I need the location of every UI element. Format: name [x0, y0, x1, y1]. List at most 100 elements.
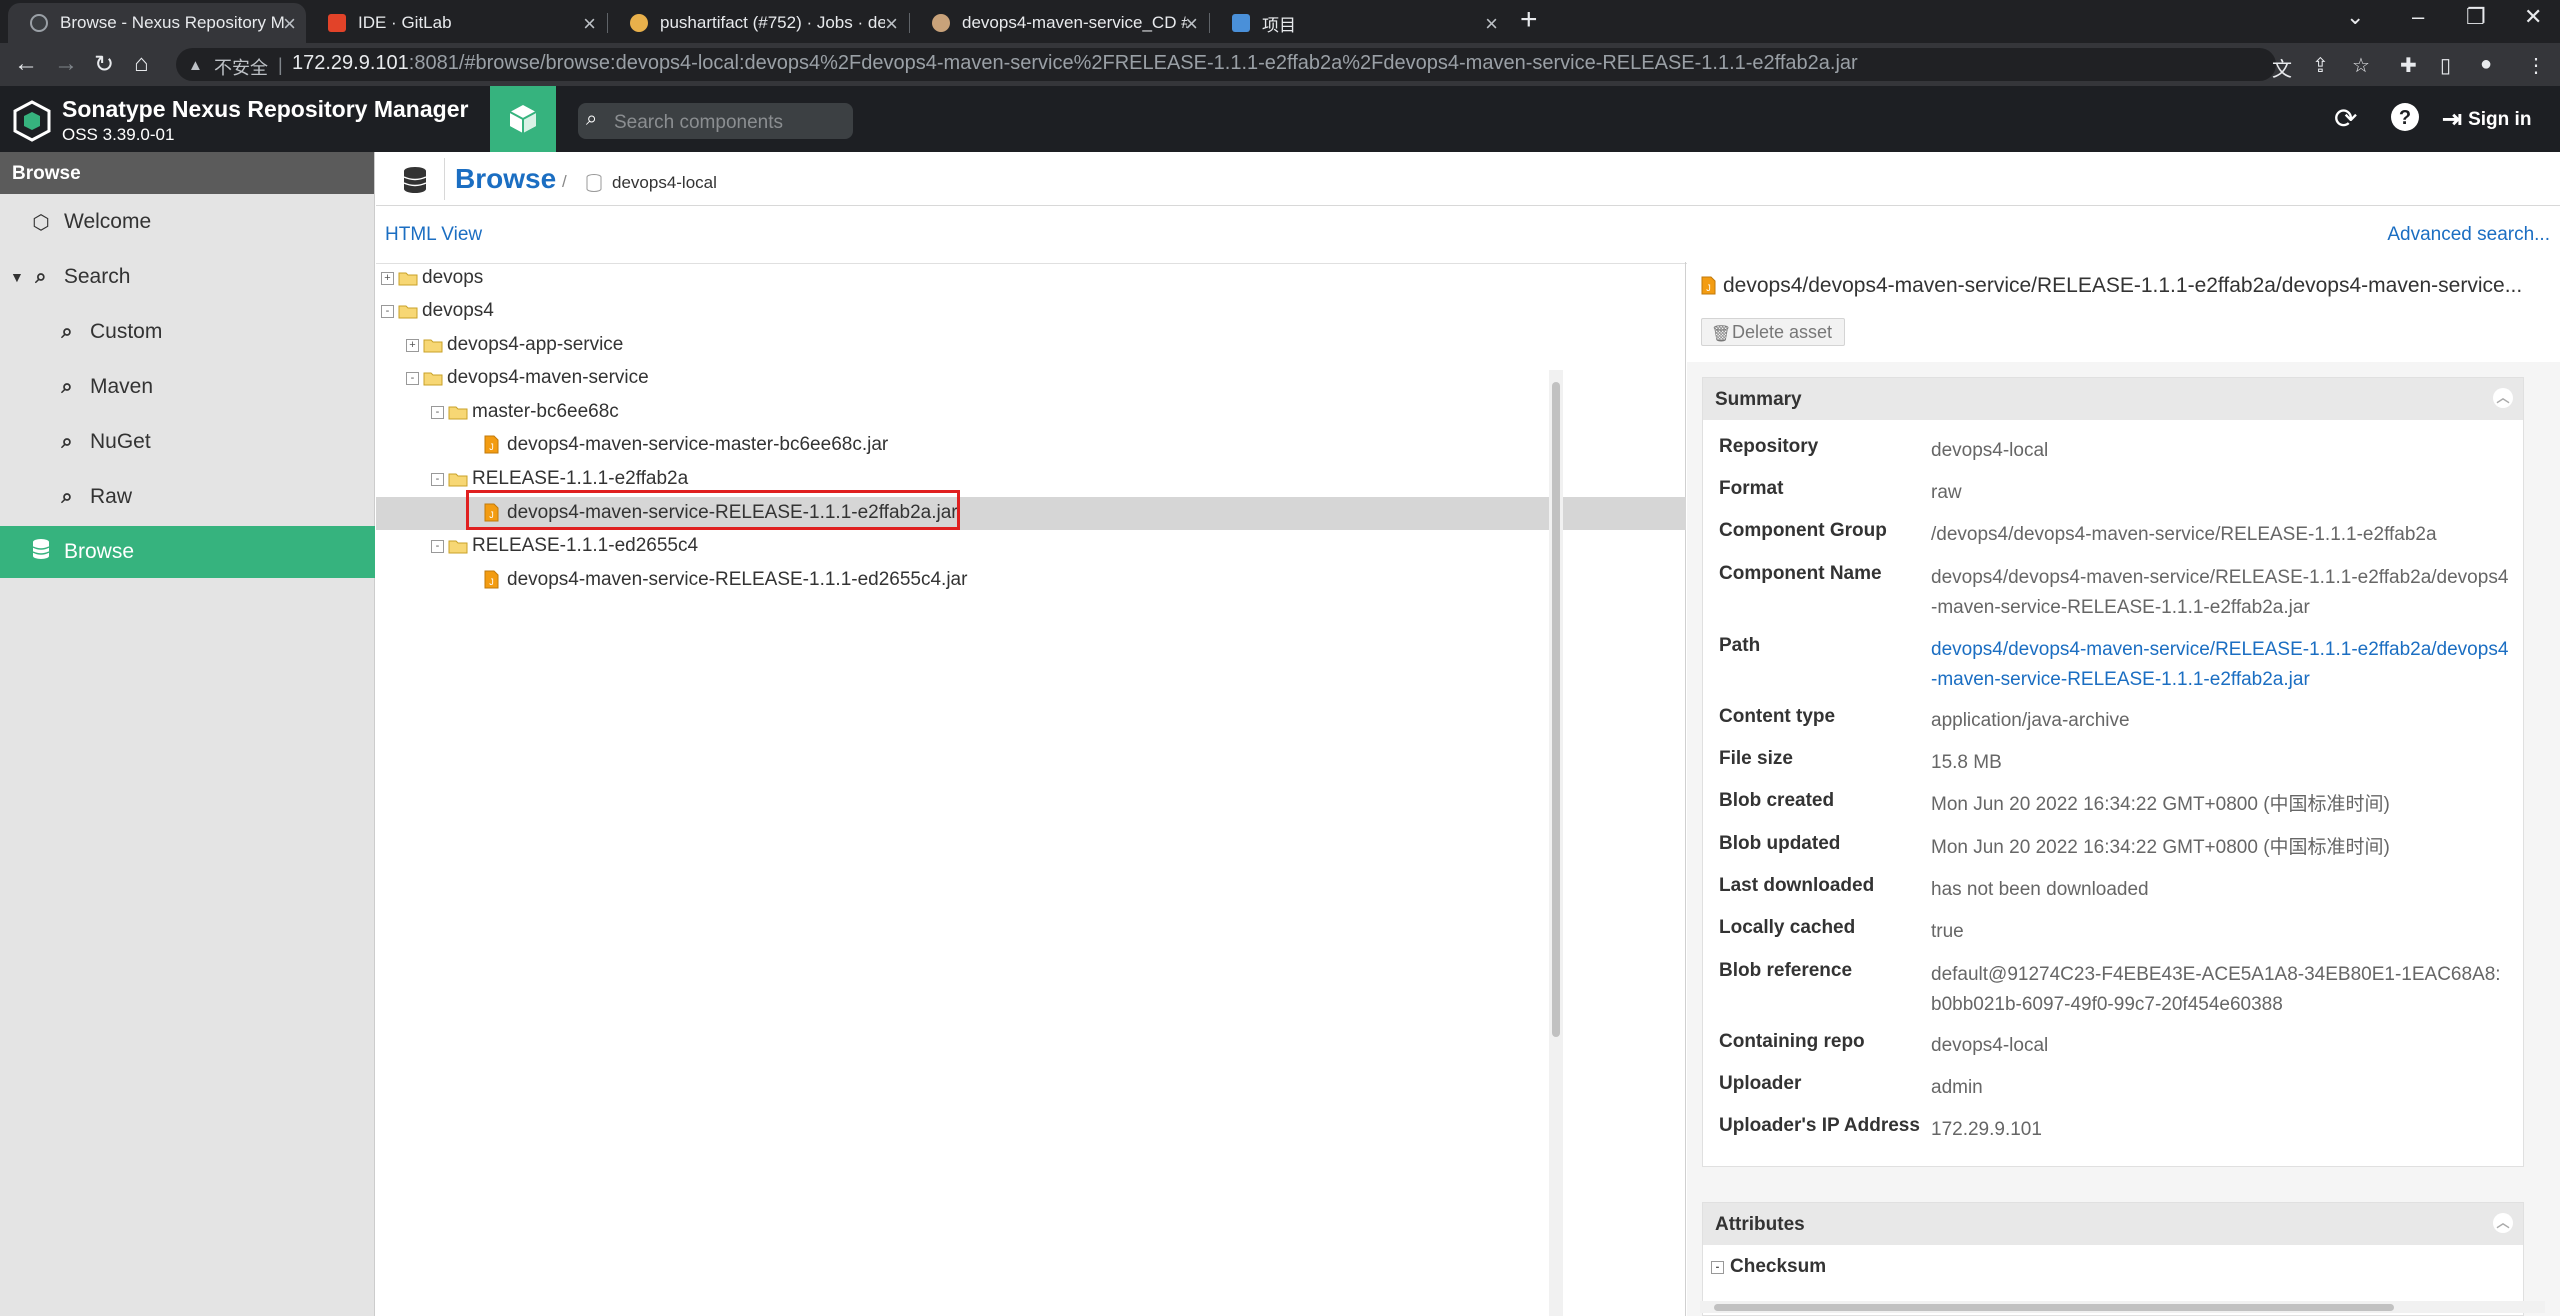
summary-key: Component Group [1719, 520, 1887, 541]
sidebar-item-search[interactable]: ▼ ⌕ Search [0, 251, 375, 303]
advanced-search-link[interactable]: Advanced search... [2387, 224, 2550, 246]
browser-tab-jobs[interactable]: pushartifact (#752) · Jobs · dev × [608, 3, 908, 43]
browser-tab-jenkins[interactable]: devops4-maven-service_CD # × [910, 3, 1208, 43]
attributes-header[interactable]: Attributes ︿ [1703, 1203, 2523, 1245]
new-tab-icon[interactable]: + [1520, 3, 1538, 37]
collapse-icon[interactable]: ︿ [2493, 388, 2513, 408]
reload-icon[interactable]: ↻ [94, 50, 114, 79]
close-window-icon[interactable]: ✕ [2524, 4, 2542, 30]
collapse-toggle-icon[interactable]: - [406, 372, 419, 385]
checksum-label: Checksum [1730, 1256, 1827, 1277]
svg-text:J: J [1706, 283, 1711, 293]
tab-label: IDE · GitLab [358, 13, 452, 32]
summary-header[interactable]: Summary ︿ [1703, 378, 2523, 420]
menu-icon[interactable]: ⋮ [2526, 53, 2546, 78]
sidebar-item-welcome[interactable]: ⬡ Welcome [0, 196, 375, 248]
expand-arrow-icon[interactable]: ▼ [10, 269, 24, 285]
tree-node-label: RELEASE-1.1.1-ed2655c4 [472, 535, 699, 556]
bookmark-star-icon[interactable]: ☆ [2352, 53, 2370, 78]
app-header: Sonatype Nexus Repository Manager OSS 3.… [0, 86, 2560, 152]
help-icon[interactable]: ? [2390, 102, 2420, 139]
back-icon[interactable]: ← [14, 50, 38, 78]
sidebar-item-browse[interactable]: Browse [0, 526, 375, 578]
minimize-icon[interactable]: – [2412, 4, 2424, 30]
collapse-toggle-icon[interactable]: - [381, 305, 394, 318]
tree-node-label: devops4-maven-service-master-bc6ee68c.ja… [507, 434, 889, 455]
attributes-panel: Attributes ︿ - Checksum [1702, 1202, 2524, 1316]
browser-tab-gitlab[interactable]: IDE · GitLab × [306, 3, 606, 43]
close-tab-icon[interactable]: × [1185, 11, 1198, 37]
tab-label: Browse - Nexus Repository Ma [60, 13, 285, 32]
tree-node[interactable]: - devops4 [376, 295, 1686, 328]
sidebar-item-custom[interactable]: ⌕ Custom [0, 306, 375, 358]
collapse-toggle-icon[interactable]: - [431, 473, 444, 486]
tree-node-label: master-bc6ee68c [472, 401, 619, 422]
database-icon [403, 167, 427, 193]
collapse-toggle-icon[interactable]: - [431, 406, 444, 419]
search-components-field[interactable]: ⌕ Search components [578, 103, 853, 139]
breadcrumb-browse-link[interactable]: Browse [455, 163, 556, 195]
security-label[interactable]: 不安全 [214, 54, 268, 80]
browser-tab-project[interactable]: 项目 × [1210, 3, 1508, 43]
expand-toggle-icon[interactable]: + [381, 272, 394, 285]
jar-file-icon: J [484, 570, 499, 589]
tab-search-icon[interactable]: ⌄ [2346, 4, 2364, 30]
summary-value: 172.29.9.101 [1931, 1119, 2042, 1140]
refresh-icon[interactable]: ⟳ [2334, 102, 2357, 135]
browser-tab-nexus[interactable]: Browse - Nexus Repository Ma × [8, 3, 306, 43]
url-text[interactable]: 172.29.9.101:8081/#browse/browse:devops4… [292, 52, 1858, 75]
extensions-icon[interactable]: ✚ [2400, 53, 2417, 78]
summary-value: has not been downloaded [1931, 879, 2149, 900]
breadcrumb-repo[interactable]: devops4-local [612, 173, 717, 193]
sign-in-button[interactable]: ⇥ Sign in [2442, 105, 2531, 134]
restore-icon[interactable]: ❐ [2466, 4, 2486, 30]
translate-icon[interactable]: 文 [2272, 53, 2292, 82]
summary-key: Repository [1719, 436, 1819, 457]
detail-vertical-scrollbar[interactable] [1549, 370, 1563, 1316]
summary-key: Format [1719, 478, 1784, 499]
share-icon[interactable]: ⇪ [2312, 53, 2329, 78]
tree-node[interactable]: J devops4-maven-service-RELEASE-1.1.1-ed… [376, 564, 1686, 597]
expand-toggle-icon[interactable]: + [406, 339, 419, 352]
summary-value: Mon Jun 20 2022 16:34:22 GMT+0800 (中国标准时… [1931, 794, 2390, 815]
collapse-toggle-icon[interactable]: - [431, 540, 444, 553]
home-icon[interactable]: ⌂ [134, 50, 149, 78]
sidebar-item-nuget[interactable]: ⌕ NuGet [0, 416, 375, 468]
tree-node-label: devops [422, 267, 484, 288]
sidebar-item-label: Welcome [64, 210, 152, 233]
close-tab-icon[interactable]: × [283, 11, 296, 37]
tree-node[interactable]: J devops4-maven-service-master-bc6ee68c.… [376, 429, 1686, 462]
profile-icon[interactable]: ● [2480, 53, 2492, 76]
nexus-logo-icon[interactable] [12, 100, 52, 142]
close-tab-icon[interactable]: × [583, 11, 596, 37]
warning-icon[interactable]: ▲ [188, 57, 203, 74]
tree-node[interactable]: + devops4-app-service [376, 329, 1686, 362]
close-tab-icon[interactable]: × [885, 11, 898, 37]
sidebar-item-maven[interactable]: ⌕ Maven [0, 361, 375, 413]
delete-asset-button[interactable]: 🗑 Delete asset [1701, 318, 1846, 346]
scrollbar-thumb[interactable] [1714, 1304, 2394, 1311]
checksum-group[interactable]: - Checksum [1711, 1256, 1826, 1278]
tree-node[interactable]: - devops4-maven-service [376, 362, 1686, 395]
collapse-icon[interactable]: ︿ [2493, 1213, 2513, 1233]
sidebar-item-raw[interactable]: ⌕ Raw [0, 471, 375, 523]
tree-node[interactable]: + devops [376, 262, 1686, 295]
sidebar-item-label: Search [63, 265, 131, 288]
link-bar [376, 206, 2560, 264]
path-link[interactable]: devops4/devops4-maven-service/RELEASE-1.… [1931, 635, 2511, 695]
close-tab-icon[interactable]: × [1485, 11, 1498, 37]
detail-horizontal-scrollbar[interactable] [1700, 1301, 2545, 1313]
scrollbar-thumb[interactable] [1552, 382, 1560, 1037]
browse-mode-button[interactable] [490, 86, 556, 152]
side-panel-icon[interactable]: ▯ [2440, 53, 2451, 78]
jenkins-favicon-icon [932, 14, 950, 32]
asset-title: devops4/devops4-maven-service/RELEASE-1.… [1723, 274, 2523, 297]
tree-node[interactable]: - RELEASE-1.1.1-ed2655c4 [376, 530, 1686, 563]
summary-key: Locally cached [1719, 917, 1856, 938]
html-view-link[interactable]: HTML View [385, 224, 482, 246]
forward-icon[interactable]: → [54, 50, 78, 78]
summary-value: 15.8 MB [1931, 752, 2002, 773]
collapse-toggle-icon[interactable]: - [1711, 1260, 1724, 1274]
search-icon: ⌕ [35, 265, 47, 288]
tree-node[interactable]: - master-bc6ee68c [376, 396, 1686, 429]
